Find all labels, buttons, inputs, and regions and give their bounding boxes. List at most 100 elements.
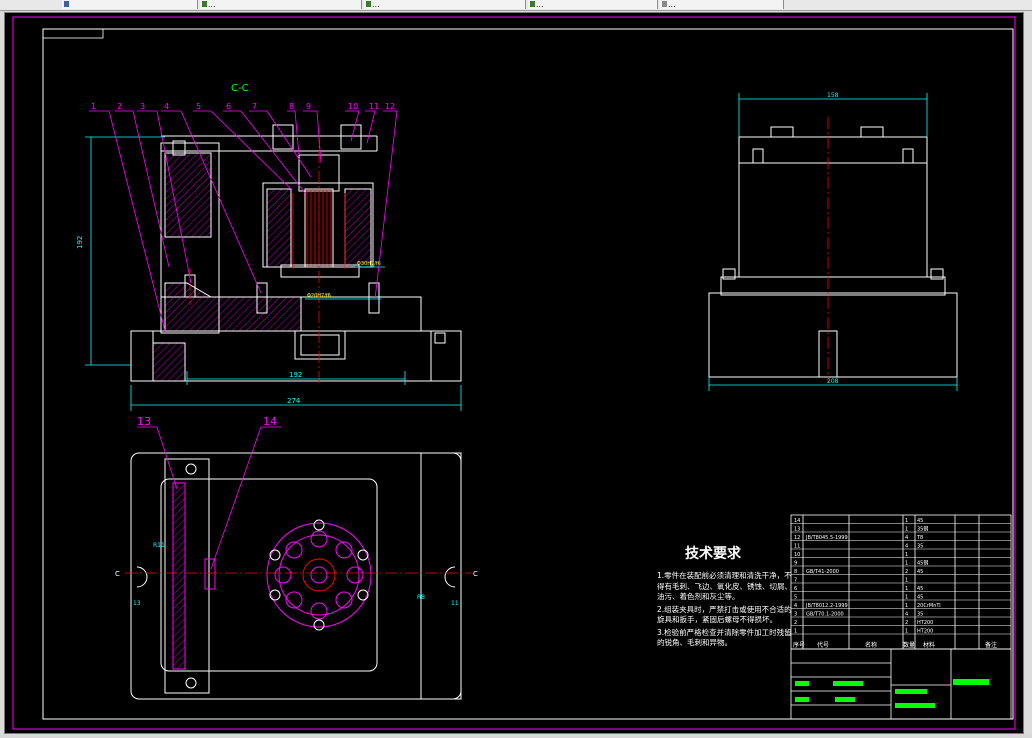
note-item-3: 3.检验前严格检查并清除零件加工时残留的锐角、毛刺和异物。 bbox=[657, 627, 792, 648]
side-view bbox=[708, 126, 958, 378]
bom-cell: 1 bbox=[905, 595, 908, 601]
tab-label: ... bbox=[536, 0, 544, 9]
bom-cell: 35钢 bbox=[917, 526, 928, 533]
title-block-fills bbox=[795, 679, 989, 708]
bom-header-cell: 备注 bbox=[985, 641, 997, 649]
cut-mark-right: C bbox=[473, 570, 478, 578]
note-item-2: 2.组装夹具时，严禁打击或使用不合适的旋具和扳手，紧固后螺母不得损坏。 bbox=[657, 604, 792, 625]
bom-header-cell: 代号 bbox=[817, 641, 829, 649]
tab-2[interactable]: ... bbox=[200, 0, 362, 9]
bom-cell: 14 bbox=[794, 518, 800, 524]
bom-cell: 12 bbox=[794, 535, 800, 541]
dim-small-right: 11 bbox=[451, 600, 459, 607]
part-no-10: 10 bbox=[348, 102, 358, 111]
drawing-canvas[interactable]: 192 192 274 Φ20H7/f6 Φ30H7/f6 C-C 1 2 3 … bbox=[4, 12, 1024, 734]
section-view bbox=[130, 124, 462, 382]
bom-cell: 1 bbox=[905, 518, 908, 524]
bom-rows: 14 1 4513 1 35钢12 JB/T8045.5-1999 4 T811 4 3510 19… bbox=[791, 518, 1011, 649]
fit-callout-1: Φ20H7/f6 bbox=[307, 293, 331, 299]
corner-box bbox=[42, 28, 104, 39]
bom-cell: 1 bbox=[905, 561, 908, 567]
bom-cell: 45 bbox=[917, 569, 923, 575]
part-no-3: 3 bbox=[140, 102, 145, 111]
dim-height: 192 bbox=[76, 236, 84, 249]
technical-notes: 1.零件在装配前必须清理和清洗干净，不得有毛刺、飞边、氧化皮、锈蚀、切屑、油污、… bbox=[657, 571, 795, 651]
tab-label: ... bbox=[208, 0, 216, 9]
bom-cell: HT200 bbox=[917, 620, 933, 626]
bom-cell: 9 bbox=[794, 561, 797, 567]
part-no-2: 2 bbox=[117, 102, 122, 111]
part-no-4: 4 bbox=[164, 102, 169, 111]
bom-header-cell: 数量 bbox=[903, 641, 915, 649]
notes-title: 技术要求 bbox=[685, 546, 741, 562]
file-icon bbox=[662, 1, 667, 7]
bom-cell: 1 bbox=[905, 552, 908, 558]
bom-header-cell: 名称 bbox=[865, 641, 877, 649]
dim-small-left: 13 bbox=[133, 600, 141, 607]
part-no-1: 1 bbox=[91, 102, 96, 111]
file-icon bbox=[64, 1, 69, 7]
bom-cell: 11 bbox=[794, 544, 800, 550]
bom-cell: T8 bbox=[916, 535, 923, 541]
section-label: C-C bbox=[231, 83, 249, 94]
dim-top-width: 158 bbox=[827, 92, 839, 99]
tab-label: ... bbox=[372, 0, 380, 9]
bom-cell: 45 bbox=[917, 595, 923, 601]
tab-4[interactable]: ... bbox=[528, 0, 658, 9]
bom-cell: JB/T8045.5-1999 bbox=[805, 535, 848, 541]
bom-cell: HT200 bbox=[917, 629, 933, 635]
dim-width-inner: 192 bbox=[289, 371, 302, 379]
callout-14: 14 bbox=[263, 415, 277, 428]
dim-side-width: 208 bbox=[827, 378, 839, 385]
tab-1[interactable] bbox=[62, 0, 198, 9]
part-no-11: 11 bbox=[369, 102, 379, 111]
dwg-icon bbox=[366, 1, 371, 7]
part-no-8: 8 bbox=[289, 102, 294, 111]
bom-cell: 2 bbox=[905, 569, 908, 575]
part-no-12: 12 bbox=[385, 102, 395, 111]
part-no-7: 7 bbox=[252, 102, 257, 111]
callout-13: 13 bbox=[137, 415, 151, 428]
bom-cell: 45 bbox=[917, 518, 923, 524]
tab-label: ... bbox=[668, 0, 676, 9]
bom-cell: 1 bbox=[905, 586, 908, 592]
dwg-icon bbox=[202, 1, 207, 7]
cad-drawing: 192 192 274 Φ20H7/f6 Φ30H7/f6 C-C 1 2 3 … bbox=[12, 16, 1016, 730]
workpiece-flange bbox=[266, 522, 372, 628]
part-no-9: 9 bbox=[306, 102, 311, 111]
bom-cell: 1 bbox=[905, 527, 908, 533]
bom-cell: 4 bbox=[905, 535, 908, 541]
bom-cell: 13 bbox=[794, 527, 800, 533]
tab-3[interactable]: ... bbox=[364, 0, 526, 9]
bom-cell: 4 bbox=[905, 612, 908, 618]
inner-frame bbox=[42, 28, 1014, 720]
note-item-1: 1.零件在装配前必须清理和清洗干净，不得有毛刺、飞边、氧化皮、锈蚀、切屑、油污、… bbox=[657, 571, 792, 601]
bom-cell: 35 bbox=[917, 544, 923, 550]
dim-r-left: R11 bbox=[153, 542, 165, 549]
bom-cell: JB/T8012.2-1999 bbox=[805, 603, 848, 609]
dwg-icon bbox=[530, 1, 535, 7]
bom-cell: 1 bbox=[905, 629, 908, 635]
bom-header-cell: 材料 bbox=[923, 641, 935, 649]
fit-callout-2: Φ30H7/f6 bbox=[357, 261, 381, 267]
document-tab-bar: ... ... ... ... bbox=[0, 0, 1032, 11]
bom-cell: 4 bbox=[905, 544, 908, 550]
dim-width-total: 274 bbox=[287, 397, 301, 405]
bom-cell: GB/T41-2000 bbox=[806, 569, 839, 575]
bom-cell: 1 bbox=[905, 578, 908, 584]
part-no-5: 5 bbox=[196, 102, 201, 111]
side-dimensions bbox=[708, 93, 958, 391]
tab-5[interactable]: ... bbox=[660, 0, 784, 9]
part-no-6: 6 bbox=[226, 102, 231, 111]
bom-cell: 45 bbox=[917, 586, 923, 592]
cut-mark-left: C bbox=[115, 570, 120, 578]
bom-cell: 20CrMnTi bbox=[917, 603, 941, 609]
clamp-bolts bbox=[204, 519, 369, 631]
bom-cell: 1 bbox=[905, 603, 908, 609]
plan-view bbox=[130, 452, 462, 700]
bom-cell: GB/T70.1-2000 bbox=[806, 612, 844, 618]
status-bar bbox=[0, 734, 1032, 738]
bom-cell: 2 bbox=[905, 620, 908, 626]
bom-cell: 10 bbox=[794, 552, 800, 558]
bom-cell: 45钢 bbox=[917, 560, 928, 567]
